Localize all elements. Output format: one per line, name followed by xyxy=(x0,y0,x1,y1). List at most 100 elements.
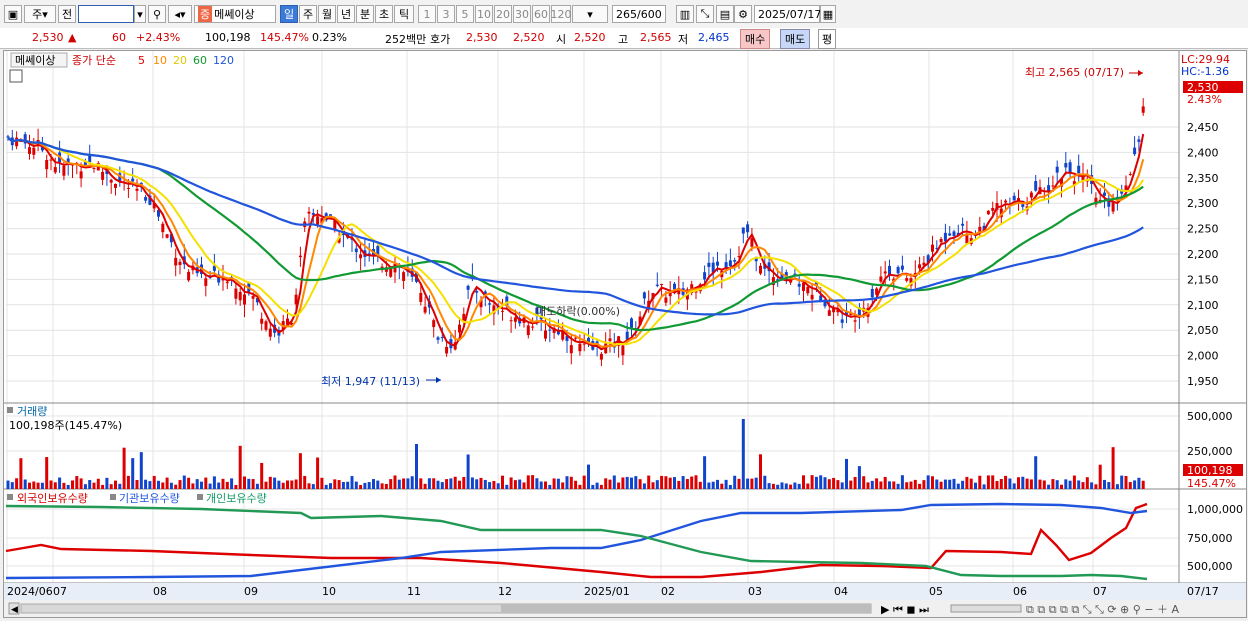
candle-body xyxy=(1004,200,1008,203)
stock-code-input[interactable]: 408920 xyxy=(78,5,134,23)
volume-bar xyxy=(324,484,328,489)
volume-bar xyxy=(823,477,827,489)
scroll-thumb[interactable] xyxy=(501,604,871,613)
volume-bar xyxy=(556,478,560,489)
period-day[interactable]: 일 xyxy=(280,5,298,23)
volume-bar xyxy=(1124,476,1128,489)
candle-body xyxy=(458,324,461,333)
candle-body xyxy=(475,291,479,293)
zoom-slider[interactable] xyxy=(950,604,1022,613)
volume-bar xyxy=(1120,475,1124,489)
volume-bar xyxy=(974,482,977,489)
window-menu-icon[interactable]: ▣ xyxy=(4,5,22,23)
candle-body xyxy=(621,345,625,356)
prev-button[interactable]: 전 xyxy=(58,5,76,23)
stock-name-field[interactable]: 증 메쎄이상 xyxy=(194,5,276,23)
code-dropdown-icon[interactable]: ▾ xyxy=(134,5,146,23)
candle-body xyxy=(948,233,952,236)
volume-bar xyxy=(836,480,840,489)
candle-body xyxy=(759,265,762,274)
legend-individual: 개인보유수량 xyxy=(206,492,267,505)
draw-tool-icon[interactable]: ⤡ xyxy=(696,5,714,23)
volume-bar xyxy=(939,481,943,489)
volume-bar xyxy=(956,483,960,489)
interval-1[interactable]: 1 xyxy=(418,5,436,23)
count-field[interactable]: 265/600 xyxy=(612,5,666,23)
x-tick-label: 11 xyxy=(407,585,421,598)
stock-chart[interactable]: 2,450 2,400 2,350 2,300 2,250 2,200 2,150 2,100… xyxy=(4,51,1246,617)
speaker-icon[interactable]: ◂▾ xyxy=(168,5,192,23)
volume-bar xyxy=(767,483,771,489)
volume-bar xyxy=(453,476,457,489)
date-field[interactable]: 2025/07/17 xyxy=(754,5,821,23)
candle-body xyxy=(1064,163,1068,168)
volume-bar xyxy=(681,476,685,489)
panel-toggle-icon[interactable] xyxy=(9,69,23,83)
interval-5[interactable]: 5 xyxy=(456,5,474,23)
interval-60[interactable]: 60 xyxy=(532,5,550,23)
calendar-icon[interactable]: ▦ xyxy=(820,5,836,23)
period-week[interactable]: 주 xyxy=(299,5,317,23)
eval-button[interactable]: 평 xyxy=(818,29,837,49)
candle-body xyxy=(986,210,990,215)
candle-body xyxy=(49,159,53,161)
ma-period-5: 5 xyxy=(138,54,145,67)
candle-body xyxy=(879,276,883,282)
volume-bar xyxy=(814,476,818,489)
interval-dropdown[interactable]: ▾ xyxy=(572,5,608,23)
candle-body xyxy=(1077,165,1081,174)
period-tick[interactable]: 틱 xyxy=(394,5,414,23)
nav-controls-icon[interactable]: ▶ ⏮ ◼ ⏭ xyxy=(881,603,929,616)
volume-bar xyxy=(333,479,337,489)
volume-bar xyxy=(999,478,1003,489)
candle-body xyxy=(1034,181,1038,191)
period-year[interactable]: 년 xyxy=(337,5,355,23)
candle-body xyxy=(204,278,208,286)
period-minute[interactable]: 분 xyxy=(356,5,374,23)
period-second[interactable]: 초 xyxy=(375,5,393,23)
volume-bar xyxy=(1055,480,1059,489)
candle-body xyxy=(488,303,492,305)
volume-bar xyxy=(10,482,14,489)
candle-body xyxy=(939,238,943,243)
candle-body xyxy=(900,265,904,270)
volume-bar xyxy=(178,480,182,489)
interval-120[interactable]: 120 xyxy=(551,5,572,23)
sell-button[interactable]: 매도 xyxy=(780,29,811,49)
search-icon[interactable]: ⚲ xyxy=(148,5,166,23)
y-tick-label: 2,000 xyxy=(1187,350,1219,363)
tool-icons[interactable]: ⧉ ⧉ ⧉ ⧉ ⧉ ⤡ ⤡ ⟳ ⊕ ⚲ − ＋ A xyxy=(1026,603,1180,616)
volume-bar xyxy=(139,452,143,489)
volume-bar xyxy=(208,483,212,489)
chart-type-icon[interactable]: ▥ xyxy=(676,5,694,23)
volume-bar xyxy=(509,477,513,489)
volume-bar xyxy=(522,482,526,489)
save-icon[interactable]: ▤ xyxy=(716,5,734,23)
price-panel-name[interactable]: 메쎄이상 xyxy=(15,54,55,67)
volume-bar xyxy=(827,479,831,489)
candle-body xyxy=(1029,192,1033,198)
holdings-tick-label: 750,000 xyxy=(1187,532,1233,545)
interval-3[interactable]: 3 xyxy=(437,5,455,23)
volume-bar xyxy=(161,482,165,489)
candle-body xyxy=(655,284,659,286)
volume-bar xyxy=(436,480,440,489)
volume-bar xyxy=(488,482,492,489)
buy-button[interactable]: 매수 xyxy=(740,29,771,49)
settings-icon[interactable]: ⚙ xyxy=(734,5,752,23)
interval-10[interactable]: 10 xyxy=(475,5,493,23)
interval-30[interactable]: 30 xyxy=(513,5,531,23)
volume-bar xyxy=(501,475,504,489)
interval-20[interactable]: 20 xyxy=(494,5,512,23)
market-select[interactable]: 주 ▾ xyxy=(24,5,56,23)
volume-tick-label: 250,000 xyxy=(1187,445,1233,458)
volume-bar xyxy=(1008,478,1012,489)
open-label: 시 xyxy=(556,33,567,46)
volume-bar xyxy=(238,445,242,489)
y-tick-label: 1,950 xyxy=(1187,375,1219,388)
volume-bar xyxy=(1072,475,1076,489)
candle-body xyxy=(316,216,320,225)
period-month[interactable]: 월 xyxy=(318,5,336,23)
chart-area[interactable]: 2,450 2,400 2,350 2,300 2,250 2,200 2,150 2,100… xyxy=(3,50,1247,618)
candle-body xyxy=(896,267,900,274)
